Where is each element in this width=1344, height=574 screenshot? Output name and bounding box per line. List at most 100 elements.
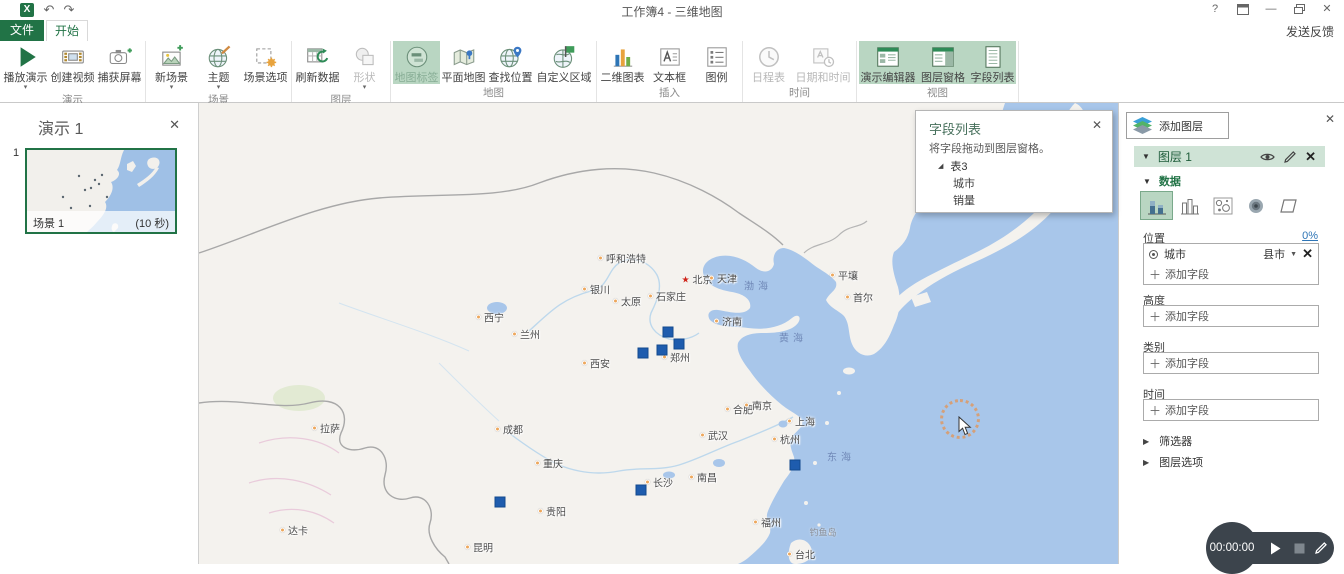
tour-editor-button[interactable]: 演示编辑器 — [859, 41, 917, 84]
map-city-label: 平壤 — [830, 268, 858, 283]
location-field-name: 城市 — [1164, 249, 1186, 261]
stop-button[interactable] — [1288, 532, 1310, 564]
themes-button[interactable]: 主题 ▾ — [195, 41, 242, 91]
field-item-city[interactable]: 城市 — [953, 175, 975, 191]
add-layer-label: 添加图层 — [1159, 120, 1203, 133]
2d-chart-button[interactable]: 二维图表 — [599, 41, 646, 84]
send-feedback-link[interactable]: 发送反馈 — [1286, 23, 1334, 40]
data-point-marker[interactable] — [673, 338, 685, 350]
refresh-data-icon — [304, 43, 332, 71]
legend-button[interactable]: 图例 — [693, 41, 740, 84]
viz-type-row — [1140, 191, 1304, 220]
custom-regions-icon — [550, 43, 578, 71]
remove-field-icon[interactable]: ✕ — [1302, 246, 1313, 262]
layer-header[interactable]: ▼ 图层 1 ✕ — [1134, 146, 1325, 167]
group-label-insert: 插入 — [659, 87, 680, 99]
data-point-marker[interactable] — [637, 347, 649, 359]
tab-home[interactable]: 开始 — [46, 20, 88, 41]
timer-value: 00:00:00 — [1209, 542, 1255, 554]
text-box-button[interactable]: 文本框 — [646, 41, 693, 84]
collapse-icon[interactable]: ▼ — [1143, 177, 1151, 186]
map-city-label: 台北 — [787, 547, 815, 562]
data-point-marker[interactable] — [635, 484, 647, 496]
tour-editor-icon — [874, 43, 902, 71]
city-dot-icon — [538, 508, 543, 514]
capture-screen-button[interactable]: 捕获屏幕 — [96, 41, 143, 84]
location-level-value[interactable]: 县市 — [1263, 246, 1285, 262]
map-city-label: 兰州 — [512, 327, 540, 342]
geocoding-percent-link[interactable]: 0% — [1302, 230, 1318, 242]
sea-label: 黄海 — [779, 333, 807, 345]
viz-bubble-button[interactable] — [1207, 192, 1238, 219]
field-list-button[interactable]: 字段列表 — [969, 41, 1016, 84]
find-location-button[interactable]: 查找位置 — [487, 41, 534, 84]
viz-stacked-column-button[interactable] — [1140, 191, 1173, 220]
ribbon-tab-row: 文件 开始 发送反馈 — [0, 20, 1344, 41]
refresh-data-button[interactable]: 刷新数据 — [294, 41, 341, 84]
scene-thumbnail[interactable]: 场景 1 (10 秒) — [25, 148, 177, 234]
edit-pencil-button[interactable] — [1310, 532, 1332, 564]
filters-section[interactable]: ▶ 筛选器 — [1143, 433, 1192, 449]
height-add-field[interactable]: ＋ 添加字段 — [1144, 306, 1318, 326]
time-field-box: ＋ 添加字段 — [1143, 399, 1319, 421]
city-dot-icon — [280, 527, 285, 533]
time-add-field[interactable]: ＋ 添加字段 — [1144, 400, 1318, 420]
scene-duration: (10 秒) — [135, 218, 169, 230]
field-item-sales[interactable]: 销量 — [953, 192, 975, 208]
chevron-down-icon[interactable]: ▼ — [1290, 251, 1297, 258]
plus-icon: ＋ — [1149, 267, 1162, 282]
new-scene-button[interactable]: 新场景 ▾ — [148, 41, 195, 91]
sea-label: 渤海 — [744, 281, 772, 293]
data-point-marker[interactable] — [789, 459, 801, 471]
capital-star-icon: ★ — [681, 274, 690, 284]
minimize-button[interactable]: — — [1262, 1, 1280, 17]
expand-icon[interactable]: ▶ — [1143, 437, 1149, 446]
layer-rename-icon[interactable] — [1284, 150, 1296, 163]
flat-map-button[interactable]: 平面地图 — [440, 41, 487, 84]
group-label-time: 时间 — [789, 87, 810, 99]
layer-visibility-icon[interactable] — [1260, 152, 1275, 162]
collapse-icon[interactable]: ▼ — [1142, 152, 1150, 161]
data-section-header[interactable]: ▼ 数据 — [1143, 173, 1181, 189]
height-field-box: ＋ 添加字段 — [1143, 305, 1319, 327]
layer-pane-close-icon[interactable]: ✕ — [1325, 112, 1335, 126]
custom-regions-button[interactable]: 自定义区域 — [534, 41, 594, 84]
restore-button[interactable] — [1290, 1, 1308, 17]
viz-region-button[interactable] — [1273, 192, 1304, 219]
city-dot-icon — [582, 360, 587, 366]
field-list-table-node[interactable]: ◢ 表3 — [938, 158, 968, 174]
category-field-box: ＋ 添加字段 — [1143, 352, 1319, 374]
create-video-button[interactable]: 创建视频 — [49, 41, 96, 84]
ribbon-group-scene: 新场景 ▾ 主题 ▾ 场景选项 场景 — [146, 41, 292, 106]
field-list-icon — [979, 43, 1007, 71]
map-labels-button[interactable]: 地图标签 — [393, 41, 440, 84]
layer-delete-icon[interactable]: ✕ — [1305, 149, 1316, 165]
field-list-close-icon[interactable]: ✕ — [1092, 118, 1102, 132]
scene-label: 场景 1 — [33, 218, 65, 230]
tour-pane-close-icon[interactable]: ✕ — [169, 117, 180, 133]
data-point-marker[interactable] — [656, 344, 668, 356]
location-add-field[interactable]: ＋ 添加字段 — [1144, 264, 1318, 284]
city-dot-icon — [772, 436, 777, 442]
expand-icon[interactable]: ▶ — [1143, 458, 1149, 467]
location-field-row[interactable]: 城市 县市 ▼ ✕ — [1144, 244, 1318, 264]
play-button[interactable] — [1264, 532, 1286, 564]
play-tour-icon — [12, 43, 40, 71]
data-point-marker[interactable] — [662, 326, 674, 338]
category-add-field[interactable]: ＋ 添加字段 — [1144, 353, 1318, 373]
scene-options-button[interactable]: 场景选项 — [242, 41, 289, 84]
data-point-marker[interactable] — [494, 496, 506, 508]
layer-pane-button[interactable]: 图层窗格 — [917, 41, 969, 84]
group-label-map: 地图 — [483, 87, 504, 99]
help-icon[interactable]: ? — [1206, 1, 1224, 17]
tab-file[interactable]: 文件 — [0, 20, 44, 41]
play-tour-button[interactable]: 播放演示 ▾ — [2, 41, 49, 91]
viz-heatmap-button[interactable] — [1240, 192, 1271, 219]
close-button[interactable]: ✕ — [1318, 1, 1336, 17]
layer-options-section[interactable]: ▶ 图层选项 — [1143, 454, 1203, 470]
viz-clustered-column-button[interactable] — [1174, 192, 1205, 219]
tree-expand-icon[interactable]: ◢ — [938, 162, 943, 170]
add-layer-button[interactable]: 添加图层 — [1126, 112, 1229, 139]
ribbon-display-icon[interactable] — [1234, 1, 1252, 17]
city-dot-icon — [582, 286, 587, 292]
